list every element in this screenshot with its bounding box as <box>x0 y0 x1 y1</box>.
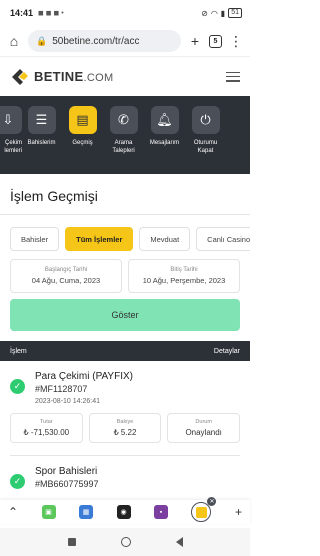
status-value: Onaylandı <box>185 428 222 437</box>
page-title: İşlem Geçmişi <box>10 188 98 204</box>
battery-icon: 51 <box>228 8 242 18</box>
tab-icon-green[interactable]: ▣ <box>41 505 56 519</box>
end-date-label: Bitiş Tarihi <box>170 267 198 273</box>
back-icon[interactable] <box>175 537 183 547</box>
success-check-icon: ✓ <box>10 474 25 489</box>
address-bar[interactable]: 🔒 50betine.com/tr/acc <box>28 30 181 52</box>
nav-item-withdraw[interactable]: ⇩ Çekim lemleri <box>0 106 22 155</box>
filter-tabs: Bahisler Tüm İşlemler Mevduat Canlı Casi… <box>0 215 250 259</box>
end-date-picker[interactable]: Bitiş Tarihi 10 Ağu, Perşembe, 2023 <box>128 259 240 293</box>
nav-item-logout[interactable]: ⏻ Oturumu Kapat <box>184 106 227 155</box>
transaction-ref: #MB660775997 <box>35 479 99 489</box>
notification-icons: ◼ ◼ ◼ • <box>38 10 64 17</box>
show-button[interactable]: Göster <box>10 299 240 331</box>
status-time: 14:41 <box>10 8 34 18</box>
new-tab-icon[interactable]: + <box>187 33 203 49</box>
nav-item-messages[interactable]: 🔔︎ Mesajlarım <box>143 106 186 147</box>
system-nav-bar <box>0 528 250 556</box>
list-header-transaction: İşlem <box>10 347 27 355</box>
site-logo[interactable]: BETINE.COM <box>10 67 113 87</box>
nav-item-call-requests[interactable]: ✆ Arama Talepleri <box>102 106 145 155</box>
nav-label: Oturumu Kapat <box>193 140 218 154</box>
end-date-value: 10 Ağu, Perşembe, 2023 <box>142 276 226 285</box>
tab-icon-dark[interactable]: ◉ <box>116 505 131 519</box>
transaction-item[interactable]: ✓ Para Çekimi (PAYFIX) #MF1128707 2023-0… <box>0 361 250 456</box>
amount-box: Tutar ₺ -71,530.00 <box>10 413 83 443</box>
list-header-details[interactable]: Detaylar <box>214 348 240 355</box>
start-date-label: Başlangıç Tarihi <box>44 267 88 273</box>
filter-bets[interactable]: Bahisler <box>10 227 60 251</box>
chevron-up-icon[interactable]: ⌃ <box>8 505 18 519</box>
amount-label: Tutar <box>40 419 53 425</box>
site-header: BETINE.COM <box>0 56 250 96</box>
power-icon: ⏻ <box>191 106 220 134</box>
wallet-icon: ▤ <box>68 106 97 134</box>
nav-label: Arama Talepleri <box>112 140 135 154</box>
close-tab-icon[interactable]: ✕ <box>207 497 217 506</box>
tab-icon-blue[interactable]: ▦ <box>79 505 94 519</box>
filter-deposits[interactable]: Mevduat <box>139 227 191 251</box>
balance-label: Bakiye <box>116 419 134 425</box>
transaction-ref: #MF1128707 <box>35 384 88 394</box>
mute-icon: ⊘ <box>201 8 208 18</box>
recents-icon[interactable] <box>67 538 76 546</box>
more-menu-icon[interactable]: ⋮ <box>228 33 244 50</box>
start-date-value: 04 Ağu, Cuma, 2023 <box>31 276 101 285</box>
home-nav-icon[interactable] <box>120 537 131 547</box>
withdraw-icon: ⇩ <box>0 106 22 134</box>
browser-toolbar: ⌂ 🔒 50betine.com/tr/acc + 5 ⋮ <box>0 26 250 56</box>
site-info-icon[interactable]: 🔒 <box>36 36 47 47</box>
home-icon[interactable]: ⌂ <box>6 33 22 49</box>
phone-icon: ✆ <box>109 106 138 134</box>
hamburger-menu-icon[interactable] <box>226 71 240 82</box>
nav-label: Mesajlarım <box>149 140 180 146</box>
nav-item-history[interactable]: ▤ Geçmiş <box>61 106 104 147</box>
url-text: 50betine.com/tr/acc <box>52 35 140 47</box>
transaction-title: Para Çekimi (PAYFIX) <box>35 371 133 382</box>
filter-all-transactions[interactable]: Tüm İşlemler <box>65 227 134 251</box>
balance-value: ₺ 5.22 <box>113 428 137 437</box>
wifi-icon: ◠ <box>210 8 218 18</box>
tab-switcher-button[interactable]: 5 <box>209 34 222 48</box>
status-label: Durum <box>195 419 212 425</box>
transaction-title: Spor Bahisleri <box>35 466 98 477</box>
document-icon: ☰ <box>27 106 56 134</box>
filter-live-casino[interactable]: Canlı Casino <box>196 227 250 251</box>
active-tab-icon[interactable]: ✕ <box>191 497 217 522</box>
transaction-date: 2023-08-10 14:26:41 <box>35 398 100 405</box>
tab-icon-purple[interactable]: ▪ <box>154 505 168 519</box>
account-nav: ⇩ Çekim lemleri ☰ Bahislerim ▤ Geçmiş ✆ … <box>0 96 250 174</box>
nav-label: Geçmiş <box>72 140 93 146</box>
logo-text: BETINE.COM <box>34 69 114 84</box>
nav-item-bets[interactable]: ☰ Bahislerim <box>20 106 63 147</box>
signal-icon: ▮ <box>220 8 226 18</box>
amount-value: ₺ -71,530.00 <box>23 428 70 437</box>
transaction-item[interactable]: ✓ Spor Bahisleri #MB660775997 <box>0 456 250 489</box>
browser-bottom-toolbar: ⌃ ▣ ▦ ◉ ▪ ✕ + <box>0 497 250 524</box>
nav-label: Bahislerim <box>27 140 56 146</box>
success-check-icon: ✓ <box>10 379 25 394</box>
status-bar: 14:41 ◼ ◼ ◼ • ⊘ ◠ ▮ 51 <box>0 0 250 26</box>
balance-box: Bakiye ₺ 5.22 <box>88 413 162 443</box>
list-header: İşlem Detaylar <box>0 341 250 361</box>
start-date-picker[interactable]: Başlangıç Tarihi 04 Ağu, Cuma, 2023 <box>10 259 122 293</box>
bell-icon: 🔔︎ <box>150 106 179 134</box>
logo-mark-icon <box>12 68 28 85</box>
date-range: Başlangıç Tarihi 04 Ağu, Cuma, 2023 Biti… <box>0 259 250 293</box>
add-tab-icon[interactable]: + <box>235 505 242 519</box>
status-box: Durum Onaylandı <box>167 413 241 443</box>
